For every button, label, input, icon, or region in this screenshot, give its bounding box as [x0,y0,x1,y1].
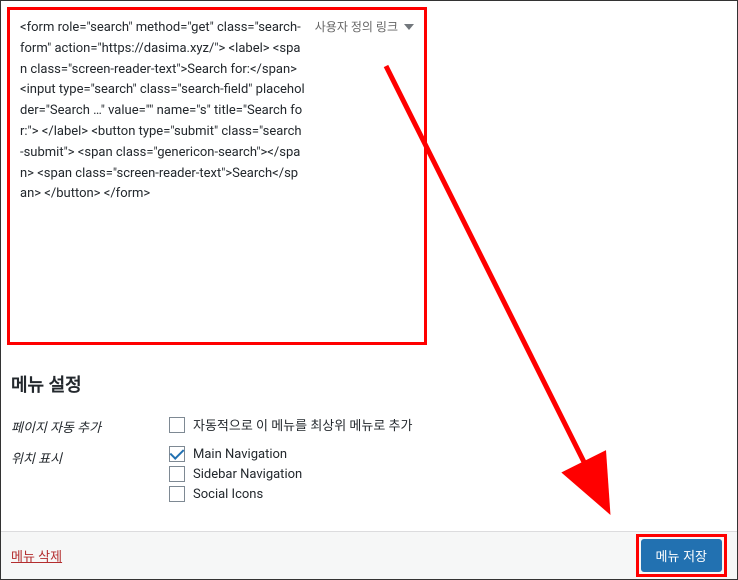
checkbox-option[interactable]: Sidebar Navigation [169,466,727,482]
settings-value: 자동적으로 이 메뉴를 최상위 메뉴로 추가 [169,415,727,438]
caret-down-icon [404,24,414,30]
menu-settings-title: 메뉴 설정 [11,371,727,397]
menu-item-type-toggle[interactable]: 사용자 정의 링크 [315,18,414,35]
footer-bar: 메뉴 삭제 메뉴 저장 [1,531,737,579]
menu-settings-section: 메뉴 설정 페이지 자동 추가 자동적으로 이 메뉴를 최상위 메뉴로 추가 위… [1,351,737,524]
settings-label: 페이지 자동 추가 [11,415,169,436]
menu-item-header: <form role="search" method="get" class="… [20,18,414,205]
settings-row-location: 위치 표시 Main Navigation Sidebar Navigation… [11,446,727,506]
checkbox-label: Main Navigation [193,447,287,462]
checkbox-icon [169,417,185,433]
checkbox-icon [169,466,185,482]
checkbox-option[interactable]: Main Navigation [169,446,727,462]
settings-value: Main Navigation Sidebar Navigation Socia… [169,446,727,506]
checkbox-label: Sidebar Navigation [193,467,302,482]
checkbox-icon [169,486,185,502]
checkbox-option[interactable]: 자동적으로 이 메뉴를 최상위 메뉴로 추가 [169,415,727,434]
menu-item-type-label: 사용자 정의 링크 [315,18,398,35]
checkbox-icon [169,446,185,462]
menu-item-title: <form role="search" method="get" class="… [20,18,315,205]
checkbox-label: 자동적으로 이 메뉴를 최상위 메뉴로 추가 [193,415,412,434]
settings-row-auto-add: 페이지 자동 추가 자동적으로 이 메뉴를 최상위 메뉴로 추가 [11,415,727,438]
delete-menu-link[interactable]: 메뉴 삭제 [11,546,62,565]
settings-label: 위치 표시 [11,446,169,467]
save-button-highlight: 메뉴 저장 [636,534,727,577]
checkbox-option[interactable]: Social Icons [169,486,727,502]
save-menu-button[interactable]: 메뉴 저장 [641,539,722,572]
menu-item-box: <form role="search" method="get" class="… [7,7,427,345]
checkbox-label: Social Icons [193,487,263,502]
